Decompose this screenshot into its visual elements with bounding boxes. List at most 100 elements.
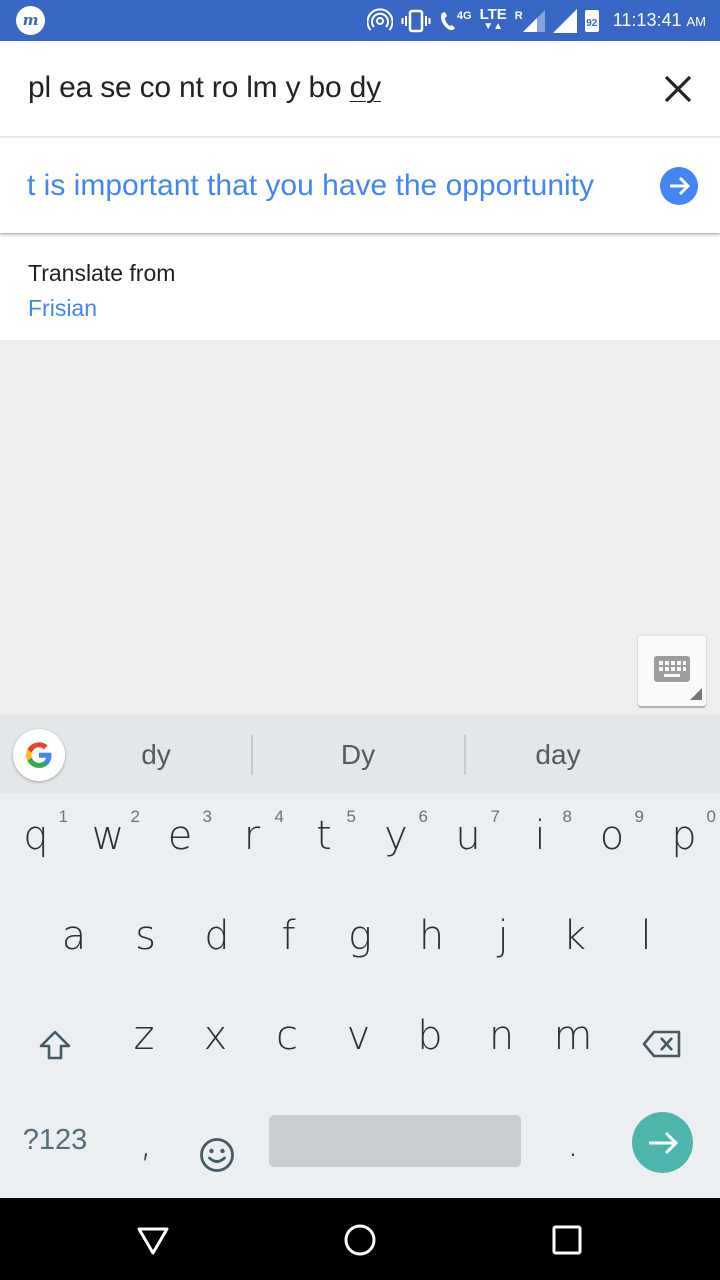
recents-square-icon: [552, 1225, 582, 1255]
key-label: d: [204, 913, 230, 959]
suggestion-bar: dy Dy day: [0, 715, 720, 793]
translate-from-panel[interactable]: Translate from Frisian: [0, 234, 720, 340]
key-hint: 3: [202, 807, 212, 826]
m-logo-icon: m: [16, 6, 45, 35]
key-o[interactable]: o9: [576, 793, 648, 893]
home-button[interactable]: [340, 1220, 380, 1260]
backspace-key[interactable]: [612, 993, 720, 1093]
key-d[interactable]: d: [181, 893, 253, 993]
keyboard-icon: [654, 656, 690, 682]
space-key[interactable]: [269, 1115, 521, 1167]
key-label: l: [640, 913, 652, 959]
signal-icon: [552, 8, 577, 33]
battery-icon: 92: [584, 9, 599, 32]
enter-key[interactable]: [632, 1112, 693, 1173]
key-hint: 4: [274, 807, 284, 826]
shift-key[interactable]: [0, 993, 108, 1093]
source-text-input[interactable]: pl ea se co nt ro lm y bo dy: [28, 71, 381, 105]
key-h[interactable]: h: [396, 893, 468, 993]
clear-button[interactable]: [658, 69, 698, 109]
period-key[interactable]: .: [537, 1090, 609, 1190]
translation-result-text[interactable]: t is important that you have the opportu…: [27, 169, 594, 203]
key-x[interactable]: x: [180, 993, 252, 1093]
key-hint: 0: [706, 807, 716, 826]
back-triangle-icon: [137, 1227, 169, 1255]
symbols-key[interactable]: ?123: [0, 1090, 110, 1190]
source-input-panel[interactable]: pl ea se co nt ro lm y bo dy: [0, 41, 720, 137]
key-q[interactable]: q1: [0, 793, 72, 893]
key-label: c: [276, 1013, 298, 1059]
key-label: h: [418, 913, 445, 959]
lte-indicator: LTE ▼▲: [479, 5, 507, 32]
key-a[interactable]: a: [38, 893, 110, 993]
key-u[interactable]: u7: [432, 793, 504, 893]
key-hint: 1: [58, 807, 68, 826]
backspace-icon: [642, 1030, 681, 1058]
google-g-icon: [26, 742, 52, 768]
volte-call-icon: 4G: [439, 10, 472, 32]
key-f[interactable]: f: [253, 893, 325, 993]
key-hint: 2: [130, 807, 140, 826]
arrow-right-icon: [649, 1131, 679, 1155]
back-button[interactable]: [133, 1220, 173, 1260]
key-r[interactable]: r4: [216, 793, 288, 893]
key-c[interactable]: c: [251, 993, 323, 1093]
translate-from-label: Translate from: [28, 260, 176, 286]
key-hint: 9: [634, 807, 644, 826]
open-translation-button[interactable]: [660, 167, 698, 205]
key-label: v: [346, 1013, 371, 1059]
signal-roaming-icon: R: [515, 9, 545, 32]
key-i[interactable]: i8: [504, 793, 576, 893]
key-hint: 5: [346, 807, 356, 826]
key-p[interactable]: p0: [648, 793, 720, 893]
key-n[interactable]: n: [466, 993, 538, 1093]
key-t[interactable]: t5: [288, 793, 360, 893]
key-label: k: [562, 913, 587, 959]
emoji-key[interactable]: [182, 1090, 254, 1190]
comma-key[interactable]: ,: [110, 1090, 182, 1190]
key-hint: 8: [562, 807, 572, 826]
key-k[interactable]: k: [539, 893, 611, 993]
source-language-link[interactable]: Frisian: [28, 295, 97, 322]
recents-button[interactable]: [547, 1220, 587, 1260]
key-label: j: [497, 913, 509, 959]
suggestion-item[interactable]: day: [466, 735, 650, 775]
key-y[interactable]: y6: [360, 793, 432, 893]
keyboard-toggle-button[interactable]: [638, 636, 706, 706]
key-j[interactable]: j: [467, 893, 539, 993]
status-icons: 4G LTE ▼▲ R 92 11:13:41 AM: [366, 0, 706, 41]
translation-result-panel[interactable]: t is important that you have the opportu…: [0, 138, 720, 233]
google-button[interactable]: [13, 729, 65, 781]
data-arrows-icon: ▼▲: [483, 20, 504, 32]
status-bar: m 4G LTE ▼▲ R 92 11:13:41 AM: [0, 0, 720, 41]
key-z[interactable]: z: [108, 993, 180, 1093]
key-m[interactable]: m: [537, 993, 609, 1093]
key-e[interactable]: e3: [144, 793, 216, 893]
suggestion-item[interactable]: Dy: [253, 735, 463, 775]
home-circle-icon: [344, 1224, 376, 1256]
key-label: a: [61, 913, 87, 959]
key-hint: 7: [490, 807, 500, 826]
key-hint: 6: [418, 807, 428, 826]
key-w[interactable]: w2: [72, 793, 144, 893]
key-label: m: [553, 1013, 593, 1059]
key-v[interactable]: v: [323, 993, 395, 1093]
key-label: f: [281, 913, 296, 959]
key-l[interactable]: l: [610, 893, 682, 993]
key-g[interactable]: g: [324, 893, 396, 993]
arrow-right-circle-icon: [670, 176, 691, 196]
key-label: z: [133, 1013, 155, 1059]
vibrate-icon: [401, 9, 431, 32]
key-s[interactable]: s: [110, 893, 182, 993]
key-label: g: [347, 913, 372, 959]
key-b[interactable]: b: [394, 993, 466, 1093]
soft-keyboard: dy Dy day q1w2e3r4t5y6u7i8o9p0 a s d f gh j k l…: [0, 715, 720, 1198]
suggestion-item[interactable]: dy: [66, 735, 246, 775]
emoji-icon: [200, 1138, 234, 1172]
clock: 11:13:41 AM: [612, 10, 706, 30]
key-label: s: [135, 913, 156, 959]
navigation-bar: [0, 1198, 720, 1280]
key-label: x: [203, 1013, 228, 1059]
composing-text: dy: [349, 71, 381, 104]
shift-icon: [39, 1030, 71, 1060]
